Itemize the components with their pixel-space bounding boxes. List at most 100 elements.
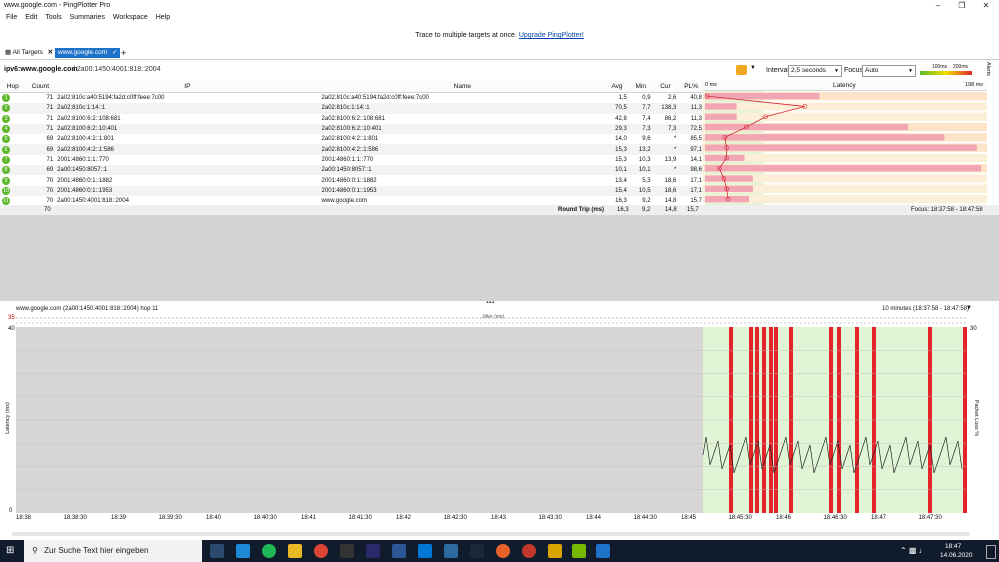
steam-icon[interactable] [470, 544, 484, 558]
table-row[interactable]: 7 71 2001:4860:1:1::770 2001:4860:1:1::770 1… [0, 155, 704, 165]
alert-icon[interactable] [736, 65, 747, 75]
time-tick-label: 18:39:30 [158, 515, 182, 521]
count-cell: 71 [46, 95, 54, 102]
close-tab-icon[interactable]: ✕ [48, 49, 53, 56]
tab-google[interactable]: www.google.com ✓ [55, 48, 121, 58]
search-placeholder: Zur Suche Text hier eingeben [44, 546, 149, 555]
pingplotter-icon[interactable] [596, 544, 610, 558]
menu-file[interactable]: File [6, 12, 17, 24]
graph-scrollbar[interactable] [12, 532, 970, 536]
avg-cell: 15,4 [605, 185, 629, 196]
summary-avg: 16,3 [617, 207, 629, 213]
table-row[interactable]: 2 71 2a02:810c:1:14::1 2a02:810c:1:14::1 70,… [0, 103, 704, 114]
time-tick-label: 18:39 [111, 515, 127, 521]
table-row[interactable]: 9 70 2001:4860:0:1::1882 2001:4860:0:1::188… [0, 175, 704, 185]
packet-loss-bar [705, 144, 977, 151]
minimize-button[interactable]: – [926, 0, 950, 12]
close-button[interactable]: ✕ [974, 0, 998, 12]
hop-cell: 7 [0, 155, 26, 165]
ip-cell: 2a02:810c:a40:5194:fa2d:c0ff:feee:7c00 [57, 95, 165, 102]
menu-summaries[interactable]: Summaries [70, 12, 105, 24]
latency-min-label: 0 ms [705, 82, 717, 88]
outlook-icon[interactable] [418, 544, 432, 558]
task-view-icon[interactable] [210, 544, 224, 558]
min-cell: 13,2 [628, 144, 653, 155]
col-cur[interactable]: Cur [652, 81, 679, 93]
time-tick-label: 18:43:30 [538, 515, 562, 521]
hop-cell: 5 [0, 134, 26, 144]
hop-cell: 8 [0, 165, 26, 176]
col-avg[interactable]: Avg [605, 81, 629, 93]
maximize-button[interactable]: ❐ [950, 0, 974, 12]
nvidia-icon[interactable] [572, 544, 586, 558]
time-tick-label: 18:46 [776, 515, 792, 521]
menu-workspace[interactable]: Workspace [113, 12, 148, 24]
chevron-down-icon[interactable]: ▼ [750, 65, 756, 71]
col-pl[interactable]: PL% [678, 81, 704, 93]
name-cell: 2a02:810c:a40:5194:fa2d:c0ff:feee:7c00 [321, 95, 429, 102]
col-hop[interactable]: Hop [0, 81, 26, 93]
chrome-icon[interactable] [314, 544, 328, 558]
mail-icon[interactable] [236, 544, 250, 558]
hop-cell: 4 [0, 123, 26, 135]
col-count[interactable]: Count [25, 81, 56, 93]
menu-help[interactable]: Help [156, 12, 170, 24]
file-explorer-icon[interactable] [288, 544, 302, 558]
time-tick-label: 18:45 [681, 515, 697, 521]
pl-top-label: 30 [970, 326, 977, 332]
app-icon-3[interactable] [444, 544, 458, 558]
table-row[interactable]: 8 69 2a00:1450:8057::1 2a00:1450:8057::1 10,… [0, 165, 704, 176]
pl-cell: 72,5 [678, 123, 704, 135]
table-row[interactable]: 6 69 2a02:8100:4:2::1:586 2a02:8100:4:2::1:… [0, 144, 704, 155]
interval-label: Interval [766, 67, 789, 74]
origin-icon[interactable] [496, 544, 510, 558]
add-tab-button[interactable]: + [118, 48, 129, 58]
count-cell: 71 [46, 115, 54, 122]
tray-icons[interactable]: ⌃ ▩ ♩ [900, 546, 927, 555]
count-cell: 71 [25, 103, 56, 114]
word-icon[interactable] [392, 544, 406, 558]
pl-cell: 14,1 [690, 156, 702, 163]
app-icon-5[interactable] [548, 544, 562, 558]
menu-edit[interactable]: Edit [25, 12, 37, 24]
avg-cell: 1,5 [618, 95, 627, 102]
focus-select[interactable]: Auto ▼ [862, 65, 916, 77]
table-row[interactable]: 1 71 2a02:810c:a40:5194:fa2d:c0ff:feee:7c0… [0, 93, 704, 104]
app-icon-2[interactable] [366, 544, 380, 558]
hop-cell: 10 [0, 185, 26, 196]
spotify-icon[interactable] [262, 544, 276, 558]
ip-cell: 2001:4860:1:1::770 [57, 156, 109, 163]
latency-scale-legend: 100ms 200ms [920, 64, 972, 76]
table-row[interactable]: 3 71 2a02:8100:6:2::108:681 2a02:8100:6:2::… [0, 114, 704, 124]
upgrade-link[interactable]: Upgrade PingPlotter! [519, 32, 584, 39]
time-tick-label: 18:44:30 [633, 515, 657, 521]
chevron-down-icon[interactable]: ▼ [966, 305, 972, 311]
hop-cell: 6 [0, 144, 26, 155]
name-cell: 2001:4860:0:1::1953 [319, 185, 606, 196]
table-row[interactable]: 4 71 2a02:8100:6:2::10:401 2a02:8100:6:2::1… [0, 123, 704, 135]
y-bottom-label: 0 [9, 508, 13, 514]
col-name[interactable]: Name [319, 81, 606, 93]
notification-icon[interactable] [986, 545, 996, 559]
summary-min: 9,2 [642, 207, 651, 213]
summary-label: Round Trip (ms) [558, 207, 604, 213]
menu-tools[interactable]: Tools [45, 12, 61, 24]
latency-row-bg [703, 153, 987, 163]
ip-cell: 2a02:810c:1:14::1 [55, 103, 320, 114]
table-row[interactable]: 10 70 2001:4860:0:1::1953 2001:4860:0:1::19… [0, 185, 704, 196]
col-min[interactable]: Min [628, 81, 653, 93]
ip-cell: 2a02:8100:4:2::1:801 [57, 136, 114, 143]
alerts-side-tab[interactable]: Alerts [985, 62, 991, 76]
tab-all-targets[interactable]: ▦ All Targets ✕ [2, 48, 56, 58]
table-row[interactable]: 5 69 2a02:8100:4:2::1:801 2a02:8100:4:2::1:… [0, 134, 704, 144]
taskbar-search[interactable]: ⚲ Zur Suche Text hier eingeben [24, 540, 202, 562]
avg-cell: 29,3 [605, 123, 629, 135]
app-icon[interactable] [340, 544, 354, 558]
interval-select[interactable]: 2,5 seconds ▼ [788, 65, 842, 77]
windows-start-icon[interactable]: ⊞ [6, 545, 14, 556]
col-ip[interactable]: IP [55, 81, 320, 93]
clock-date: 14.06.2020 [940, 552, 973, 559]
y-axis-label: Latency (ms) [4, 402, 11, 434]
app-icon-4[interactable] [522, 544, 536, 558]
tab-google-label: www.google.com [58, 49, 108, 56]
